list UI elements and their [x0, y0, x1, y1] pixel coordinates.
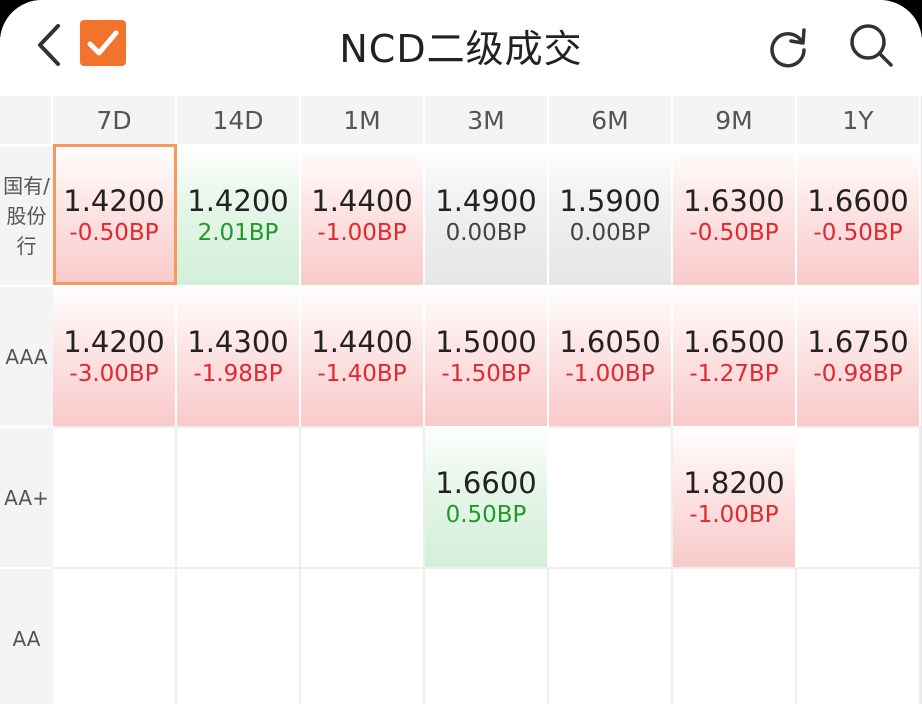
- rate-cell[interactable]: 1.6600 0.50BP: [425, 426, 549, 567]
- rate-cell[interactable]: 1.6500 -1.27BP: [673, 285, 797, 426]
- rate-grid: 7D 14D 1M 3M 6M 9M 1Y 国有/股份行 1.4200 -0.50B…: [0, 96, 922, 704]
- rate-change: 0.00BP: [569, 219, 651, 246]
- rate-value: 1.6600: [807, 183, 909, 218]
- rate-change: -1.27BP: [689, 360, 779, 387]
- column-header-6m[interactable]: 6M: [549, 96, 673, 144]
- rate-value: 1.4400: [311, 183, 413, 218]
- rate-change: -0.50BP: [69, 219, 159, 246]
- rate-value: 1.6600: [435, 465, 537, 500]
- rate-value: 1.6300: [683, 183, 785, 218]
- row-label: 国有/股份行: [0, 144, 53, 285]
- search-button[interactable]: [846, 20, 896, 70]
- empty-cell: [301, 426, 425, 567]
- empty-cell: [53, 567, 177, 704]
- rate-cell[interactable]: 1.6300 -0.50BP: [673, 144, 797, 285]
- empty-cell: [301, 567, 425, 704]
- rate-value: 1.8200: [683, 465, 785, 500]
- rate-change: 0.00BP: [445, 219, 527, 246]
- column-header-1y[interactable]: 1Y: [797, 96, 921, 144]
- rate-value: 1.4200: [63, 183, 165, 218]
- empty-cell: [797, 567, 921, 704]
- rate-change: -1.00BP: [689, 501, 779, 528]
- column-header-14d[interactable]: 14D: [177, 96, 301, 144]
- column-header-1m[interactable]: 1M: [301, 96, 425, 144]
- rate-value: 1.5000: [435, 324, 537, 359]
- rate-cell[interactable]: 1.5000 -1.50BP: [425, 285, 549, 426]
- rate-change: -0.50BP: [689, 219, 779, 246]
- empty-cell: [53, 426, 177, 567]
- row-label: AA: [0, 567, 53, 704]
- rate-value: 1.4200: [187, 183, 289, 218]
- refresh-button[interactable]: [764, 22, 812, 70]
- row-label: AAA: [0, 285, 53, 426]
- chevron-left-icon: [38, 24, 60, 66]
- rate-cell[interactable]: 1.4200 -0.50BP: [53, 144, 177, 285]
- grid-corner: [0, 96, 53, 144]
- empty-cell: [177, 567, 301, 704]
- empty-cell: [177, 426, 301, 567]
- empty-cell: [549, 426, 673, 567]
- rate-change: 2.01BP: [197, 219, 279, 246]
- device-frame: NCD二级成交 7D 14D 1M 3M 6M 9M 1Y 国有/股份行 1.4…: [0, 0, 922, 704]
- rate-value: 1.4300: [187, 324, 289, 359]
- checkbox-button[interactable]: [80, 20, 126, 66]
- rate-change: -1.50BP: [441, 360, 531, 387]
- rate-change: -0.50BP: [813, 219, 903, 246]
- rate-value: 1.4400: [311, 324, 413, 359]
- rate-change: 0.50BP: [445, 501, 527, 528]
- rate-value: 1.4900: [435, 183, 537, 218]
- rate-cell[interactable]: 1.8200 -1.00BP: [673, 426, 797, 567]
- app-screen: NCD二级成交 7D 14D 1M 3M 6M 9M 1Y 国有/股份行 1.4…: [0, 0, 922, 704]
- rate-cell[interactable]: 1.6600 -0.50BP: [797, 144, 921, 285]
- rate-change: -0.98BP: [813, 360, 903, 387]
- rate-cell[interactable]: 1.6750 -0.98BP: [797, 285, 921, 426]
- rate-value: 1.5900: [559, 183, 661, 218]
- rate-cell[interactable]: 1.4200 -3.00BP: [53, 285, 177, 426]
- rate-cell[interactable]: 1.6050 -1.00BP: [549, 285, 673, 426]
- rate-cell[interactable]: 1.5900 0.00BP: [549, 144, 673, 285]
- empty-cell: [425, 567, 549, 704]
- empty-cell: [673, 567, 797, 704]
- app-header: NCD二级成交: [0, 0, 922, 96]
- rate-change: -3.00BP: [69, 360, 159, 387]
- rate-change: -1.40BP: [317, 360, 407, 387]
- rate-change: -1.98BP: [193, 360, 283, 387]
- empty-cell: [549, 567, 673, 704]
- checkmark-icon: [87, 30, 119, 56]
- rate-cell[interactable]: 1.4900 0.00BP: [425, 144, 549, 285]
- rate-value: 1.4200: [63, 324, 165, 359]
- rate-cell[interactable]: 1.4300 -1.98BP: [177, 285, 301, 426]
- column-header-9m[interactable]: 9M: [673, 96, 797, 144]
- empty-cell: [797, 426, 921, 567]
- rate-value: 1.6750: [807, 324, 909, 359]
- rate-value: 1.6050: [559, 324, 661, 359]
- search-icon: [850, 24, 893, 67]
- rate-cell[interactable]: 1.4200 2.01BP: [177, 144, 301, 285]
- rate-value: 1.6500: [683, 324, 785, 359]
- back-button[interactable]: [30, 20, 70, 70]
- refresh-icon: [770, 28, 806, 68]
- rate-change: -1.00BP: [565, 360, 655, 387]
- rate-change: -1.00BP: [317, 219, 407, 246]
- row-label: AA+: [0, 426, 53, 567]
- column-header-7d[interactable]: 7D: [53, 96, 177, 144]
- column-header-3m[interactable]: 3M: [425, 96, 549, 144]
- rate-cell[interactable]: 1.4400 -1.00BP: [301, 144, 425, 285]
- rate-cell[interactable]: 1.4400 -1.40BP: [301, 285, 425, 426]
